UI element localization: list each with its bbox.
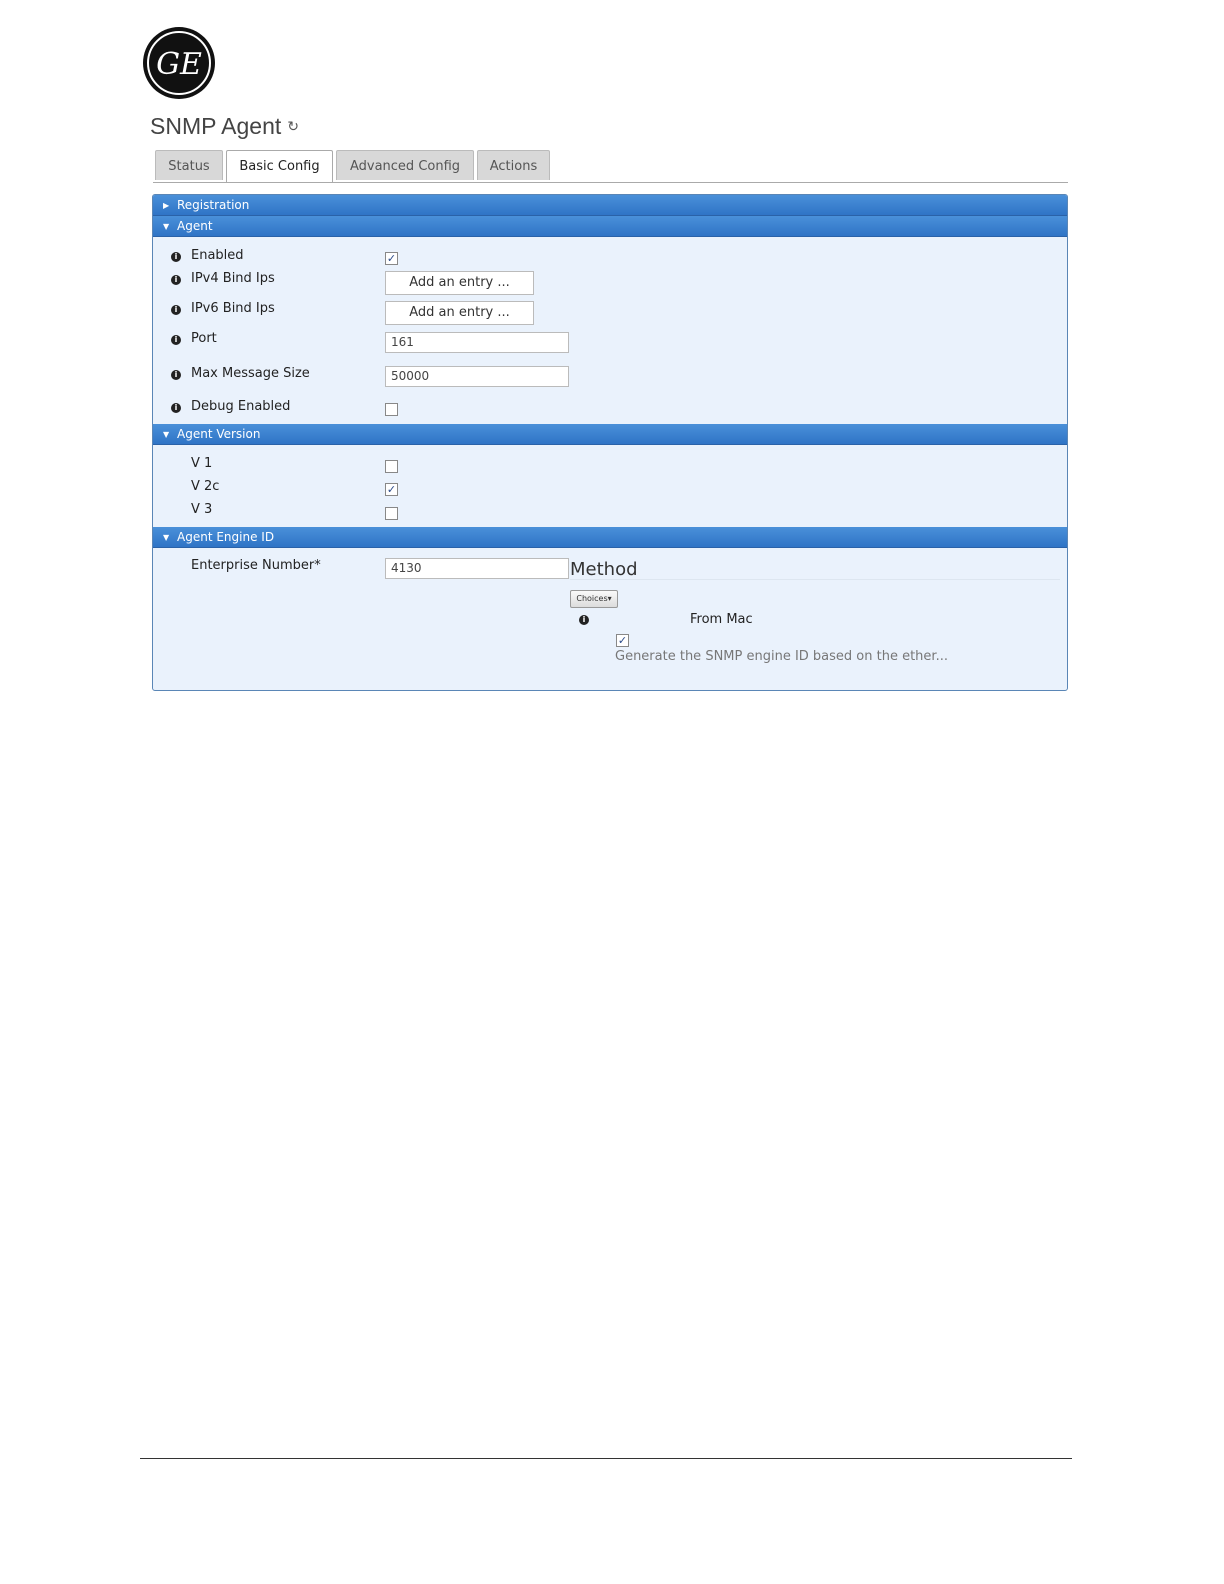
debug-enabled-label: Debug Enabled: [191, 399, 291, 414]
method-title: Method: [570, 559, 638, 580]
enterprise-number-label: Enterprise Number*: [191, 558, 321, 573]
caret-down-icon: ▾: [607, 594, 612, 603]
choices-label: Choices: [576, 594, 608, 603]
from-mac-checkbox[interactable]: ✓: [616, 634, 629, 647]
tab-bar: Status Basic Config Advanced Config Acti…: [153, 150, 1068, 183]
tab-basic-config[interactable]: Basic Config: [226, 150, 333, 182]
section-agent-header[interactable]: ▼ Agent: [153, 216, 1067, 237]
max-message-size-input[interactable]: 50000: [385, 366, 569, 387]
v2c-label: V 2c: [191, 479, 220, 494]
tab-advanced-config[interactable]: Advanced Config: [336, 150, 474, 180]
ipv4-add-entry-button[interactable]: Add an entry ...: [385, 271, 534, 295]
chevron-right-icon: ▶: [163, 201, 170, 210]
ipv6-bind-ips-label: IPv6 Bind Ips: [191, 301, 275, 316]
section-registration-title: Registration: [177, 198, 250, 212]
section-agent-version-title: Agent Version: [177, 427, 261, 441]
info-icon[interactable]: i: [171, 370, 181, 380]
enabled-label: Enabled: [191, 248, 244, 263]
choices-dropdown-button[interactable]: Choices▾: [570, 590, 618, 608]
footer-divider: [140, 1458, 1072, 1459]
chevron-down-icon: ▼: [163, 533, 170, 542]
logo-text: GE: [156, 47, 202, 82]
info-icon[interactable]: i: [171, 403, 181, 413]
from-mac-label: From Mac: [690, 612, 753, 627]
method-divider: [570, 579, 1060, 580]
section-registration-header[interactable]: ▶ Registration: [153, 195, 1067, 216]
port-label: Port: [191, 331, 217, 346]
v1-label: V 1: [191, 456, 213, 471]
chevron-down-icon: ▼: [163, 430, 170, 439]
info-icon[interactable]: i: [171, 275, 181, 285]
section-agent-version-header[interactable]: ▼ Agent Version: [153, 424, 1067, 445]
ge-logo: GE: [142, 26, 216, 100]
refresh-icon[interactable]: ↻: [287, 118, 299, 135]
debug-enabled-checkbox[interactable]: [385, 403, 398, 416]
info-icon[interactable]: i: [171, 335, 181, 345]
v1-checkbox[interactable]: [385, 460, 398, 473]
section-agent-title: Agent: [177, 219, 213, 233]
info-icon[interactable]: i: [171, 252, 181, 262]
ipv4-bind-ips-label: IPv4 Bind Ips: [191, 271, 275, 286]
section-agent-engine-id-header[interactable]: ▼ Agent Engine ID: [153, 527, 1067, 548]
enabled-checkbox[interactable]: ✓: [385, 252, 398, 265]
v3-label: V 3: [191, 502, 213, 517]
page-title: SNMP Agent ↻: [150, 113, 299, 140]
page-title-text: SNMP Agent: [150, 113, 282, 139]
config-panel: ▶ Registration ▼ Agent i Enabled ✓ i IPv…: [152, 194, 1068, 691]
v2c-checkbox[interactable]: ✓: [385, 483, 398, 496]
section-agent-engine-id-title: Agent Engine ID: [177, 530, 275, 544]
tab-actions[interactable]: Actions: [477, 150, 550, 180]
info-icon[interactable]: i: [579, 615, 589, 625]
enterprise-number-input[interactable]: 4130: [385, 558, 569, 579]
tab-status[interactable]: Status: [155, 150, 223, 180]
max-message-size-label: Max Message Size: [191, 366, 310, 381]
chevron-down-icon: ▼: [163, 222, 170, 231]
info-icon[interactable]: i: [171, 305, 181, 315]
port-input[interactable]: 161: [385, 332, 569, 353]
from-mac-description: Generate the SNMP engine ID based on the…: [615, 649, 948, 664]
v3-checkbox[interactable]: [385, 507, 398, 520]
ipv6-add-entry-button[interactable]: Add an entry ...: [385, 301, 534, 325]
